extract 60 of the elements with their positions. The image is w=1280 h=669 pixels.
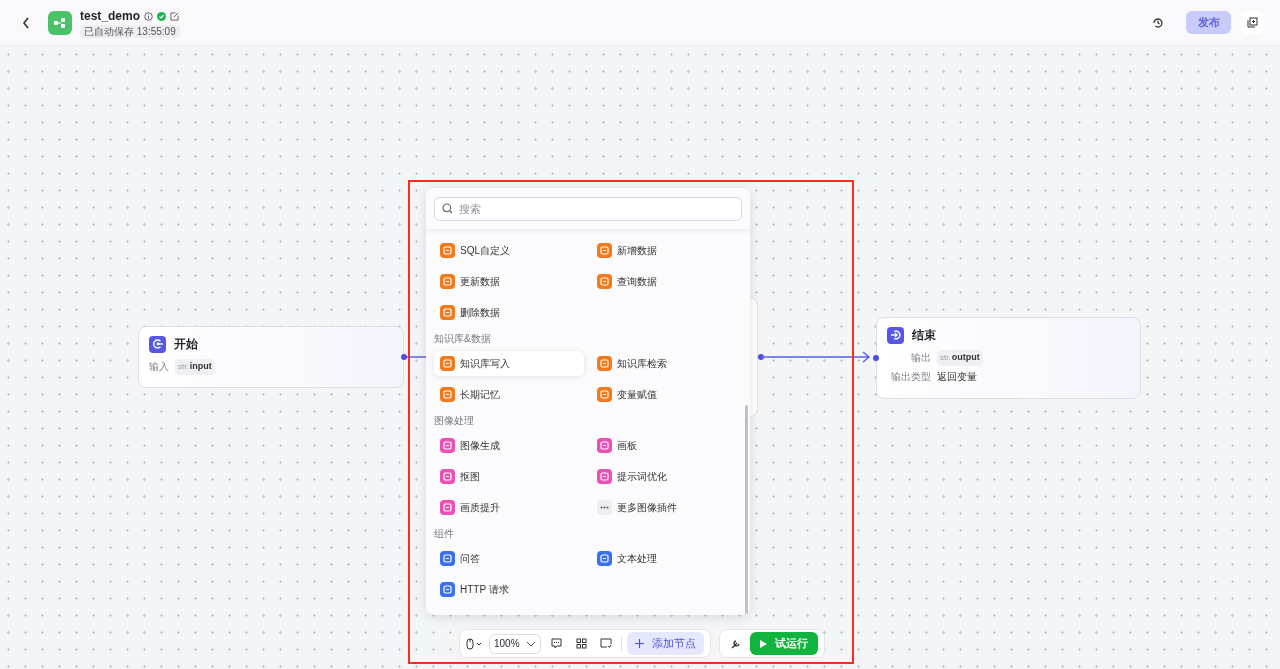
field-value: 返回变量 <box>937 370 977 384</box>
copy-icon <box>1247 17 1258 28</box>
play-icon <box>760 639 767 648</box>
comment-icon <box>550 638 562 649</box>
node-menu-item[interactable]: 画板 <box>591 433 741 458</box>
window-icon <box>600 638 612 649</box>
grid-icon <box>575 638 587 649</box>
node-menu-item[interactable]: HTTP 请求 <box>434 577 584 602</box>
wrench-icon <box>730 638 742 649</box>
pointer-mode-button[interactable] <box>466 637 484 650</box>
duplicate-button[interactable] <box>1241 11 1264 34</box>
back-icon <box>22 16 30 29</box>
check-circle-icon <box>157 11 167 21</box>
node-port[interactable] <box>873 355 879 361</box>
node-menu-item[interactable]: 变量赋值 <box>591 382 741 407</box>
node-menu-item[interactable]: 画质提升 <box>434 495 584 520</box>
search-field[interactable]: 搜索 <box>434 197 742 221</box>
node-menu-item[interactable]: 知识库写入 <box>434 351 584 376</box>
scrollbar-thumb[interactable] <box>745 405 748 615</box>
variable-tag: str.input <box>175 358 215 375</box>
app-title: test_demo <box>80 8 141 25</box>
section-title: 知识库&数据 <box>434 332 492 346</box>
field-label: 输出类型 <box>890 370 931 384</box>
section-title: 组件 <box>434 527 455 541</box>
connector-line <box>404 353 426 361</box>
node-menu-item[interactable]: 知识库检索 <box>591 351 741 376</box>
node-menu-item[interactable]: 长期记忆 <box>434 382 584 407</box>
node-title: 结束 <box>912 327 936 344</box>
node-menu-item[interactable]: 图像生成 <box>434 433 584 458</box>
node-title: 开始 <box>174 336 198 353</box>
zoom-select[interactable]: 100% <box>489 633 541 654</box>
app-logo-icon <box>48 10 72 35</box>
node-menu-item[interactable]: 删除数据 <box>434 300 584 325</box>
node-menu-item[interactable]: SQL自定义 <box>434 238 584 263</box>
workflow-node[interactable]: 开始 输入 str.input <box>138 326 404 388</box>
plus-icon <box>635 639 644 648</box>
edit-icon <box>170 11 180 21</box>
start-node-icon <box>149 335 166 353</box>
end-node-icon <box>887 326 904 344</box>
search-icon <box>442 203 453 214</box>
node-menu-item[interactable]: 提示词优化 <box>591 464 741 489</box>
field-label: 输入 <box>149 360 169 374</box>
variable-tag: str.output <box>937 349 983 366</box>
node-menu-item[interactable]: 更新数据 <box>434 269 584 294</box>
add-node-button[interactable]: 添加节点 <box>627 632 704 655</box>
chevron-down-icon <box>526 640 536 647</box>
node-menu-item[interactable]: 抠图 <box>434 464 584 489</box>
node-menu-item[interactable]: 问答 <box>434 546 584 571</box>
node-port[interactable] <box>401 354 407 360</box>
history-icon <box>1152 16 1164 29</box>
info-icon <box>144 11 154 21</box>
node-menu-item[interactable]: 新增数据 <box>591 238 741 263</box>
autosave-badge: 已自动保存 13:55:09 <box>80 25 180 38</box>
node-menu-item[interactable]: 查询数据 <box>591 269 741 294</box>
node-menu-item[interactable]: 更多图像插件 <box>591 495 741 520</box>
field-label: 输出 <box>910 351 931 365</box>
mouse-icon <box>466 637 484 650</box>
section-title: 图像处理 <box>434 414 475 428</box>
node-menu-item[interactable]: 文本处理 <box>591 546 741 571</box>
workflow-node[interactable]: 结束 输出 str.output 输出类型 返回变量 <box>876 317 1141 399</box>
